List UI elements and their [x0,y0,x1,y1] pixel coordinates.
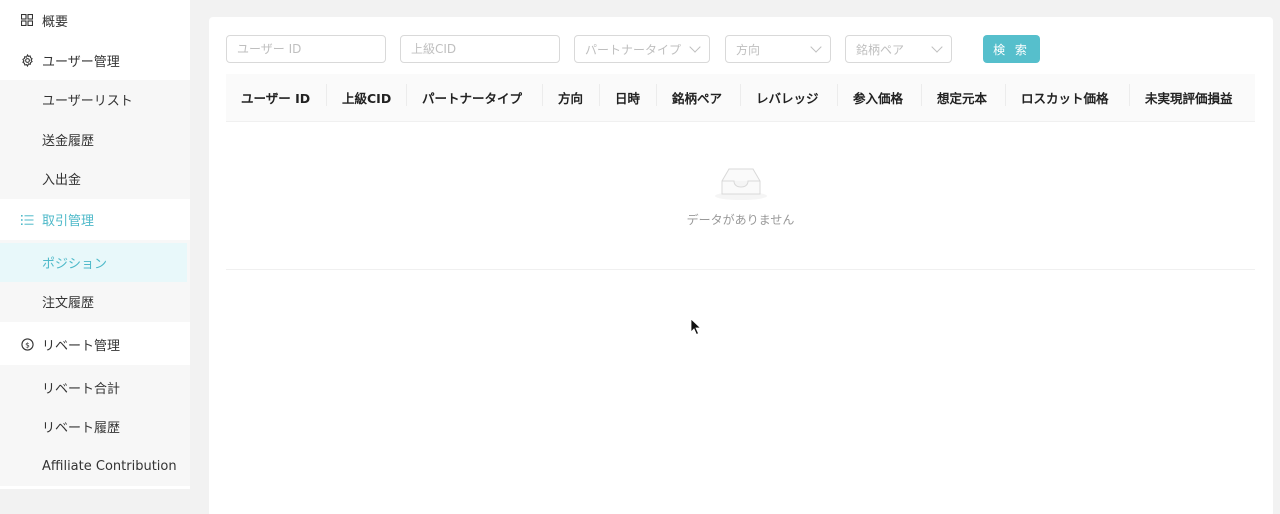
column-header-liquidation-price[interactable]: ロスカット価格 [1006,84,1130,107]
search-button[interactable]: 検 索 [983,35,1040,63]
sidebar-group-label: リベート管理 [42,339,121,354]
rebate-management-submenu: リベート合計 リベート履歴 Affiliate Contribution [0,364,190,487]
pair-placeholder: 銘柄ペア [856,42,905,57]
sidebar-group-user-management[interactable]: ユーザー管理 [0,40,190,80]
direction-placeholder: 方向 [736,42,761,57]
sidebar-item-transfer-history[interactable]: 送金履歴 [0,120,190,160]
positions-table: ユーザー ID 上級CID パートナータイプ 方向 日時 銘柄ペア レバレッジ … [226,74,1255,270]
sidebar-item-deposit-withdrawal[interactable]: 入出金 [0,159,190,199]
column-header-pair[interactable]: 銘柄ペア [657,84,741,107]
sidebar-item-rebate-history[interactable]: リベート履歴 [0,407,190,447]
mouse-cursor-icon [690,318,702,336]
column-header-upper-cid[interactable]: 上級CID [327,84,407,107]
gear-icon [20,53,34,67]
column-header-direction[interactable]: 方向 [543,84,600,107]
partner-type-select[interactable]: パートナータイプ [574,35,710,63]
sidebar-group-trade-management[interactable]: 取引管理 [0,200,190,240]
direction-select[interactable]: 方向 [725,35,831,63]
sidebar: 概要 ユーザー管理 ユーザーリスト 送金履歴 入出金 取引管理 ポジション 注文… [0,0,190,489]
pair-select[interactable]: 銘柄ペア [845,35,952,63]
column-header-entry-price[interactable]: 参入価格 [838,84,922,107]
empty-state: データがありません [226,122,1255,270]
dollar-circle-icon: $ [20,338,34,352]
svg-text:$: $ [25,340,30,349]
sidebar-group-rebate-management[interactable]: $ リベート管理 [0,325,190,365]
chevron-down-icon [689,41,701,53]
sidebar-item-label: 概要 [42,14,69,30]
column-header-unrealized-pnl[interactable]: 未実現評価損益 [1130,88,1255,107]
chevron-down-icon [810,41,822,53]
sidebar-item-positions[interactable]: ポジション [0,242,187,282]
sidebar-item-rebate-total[interactable]: リベート合計 [0,368,190,408]
list-icon [20,213,34,227]
column-header-user-id[interactable]: ユーザー ID [226,84,327,107]
sidebar-group-label: ユーザー管理 [42,54,120,70]
column-header-partner-type[interactable]: パートナータイプ [407,84,543,107]
column-header-notional[interactable]: 想定元本 [922,84,1006,107]
filter-bar: パートナータイプ 方向 銘柄ペア 検 索 [226,34,1266,64]
table-header: ユーザー ID 上級CID パートナータイプ 方向 日時 銘柄ペア レバレッジ … [226,74,1255,122]
inbox-icon [714,163,768,205]
grid-icon [20,13,34,27]
column-header-datetime[interactable]: 日時 [600,84,657,107]
trade-management-submenu: ポジション 注文履歴 [0,239,190,322]
upper-cid-input[interactable] [400,35,560,63]
user-id-input[interactable] [226,35,386,63]
sidebar-item-user-list[interactable]: ユーザーリスト [0,80,190,120]
partner-type-placeholder: パートナータイプ [585,42,682,57]
empty-text: データがありません [686,213,795,227]
sidebar-group-label: 取引管理 [42,214,95,229]
main-content: パートナータイプ 方向 銘柄ペア 検 索 ユーザー ID 上級CID パートナー… [209,17,1273,514]
user-management-submenu: ユーザーリスト 送金履歴 入出金 [0,80,190,199]
sidebar-item-affiliate-contribution[interactable]: Affiliate Contribution [0,447,190,487]
sidebar-item-order-history[interactable]: 注文履歴 [0,282,190,322]
sidebar-item-overview[interactable]: 概要 [0,0,190,40]
chevron-down-icon [931,41,943,53]
column-header-leverage[interactable]: レバレッジ [741,84,838,107]
